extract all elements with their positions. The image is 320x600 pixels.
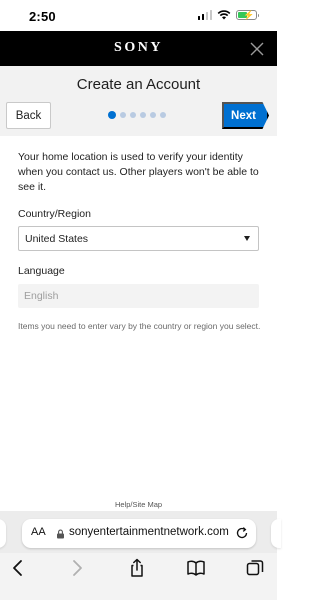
previous-tab-card[interactable]: [0, 519, 6, 548]
step-dot-5: [150, 112, 156, 118]
share-icon[interactable]: [127, 558, 147, 578]
cellular-signal-icon: [197, 10, 212, 20]
url-text: sonyentertainmentnetwork.com: [69, 526, 229, 538]
reload-icon[interactable]: [235, 526, 249, 540]
forward-arrow-icon[interactable]: [67, 558, 87, 578]
step-dot-1: [108, 111, 116, 119]
sony-logo: SONY: [114, 40, 163, 55]
step-dot-6: [160, 112, 166, 118]
lock-icon: [57, 529, 64, 539]
status-bar: 2:50 ⚡: [0, 0, 277, 31]
address-bar[interactable]: AA sonyentertainmentnetwork.com: [22, 519, 256, 548]
next-button[interactable]: Next: [222, 102, 269, 129]
browser-address-area: AA sonyentertainmentnetwork.com: [0, 511, 281, 553]
back-arrow-icon[interactable]: [8, 558, 28, 578]
country-select[interactable]: United States: [18, 226, 259, 251]
step-indicator: [108, 111, 166, 119]
close-icon[interactable]: [250, 42, 264, 56]
brand-bar: SONY: [0, 31, 277, 66]
status-icons: ⚡: [197, 10, 259, 20]
language-field: English: [18, 284, 259, 308]
bookmarks-icon[interactable]: [186, 558, 206, 578]
intro-text: Your home location is used to verify you…: [18, 151, 259, 193]
step-dot-2: [120, 112, 126, 118]
step-dot-4: [140, 112, 146, 118]
battery-icon: ⚡: [236, 10, 259, 20]
country-value: United States: [25, 232, 89, 245]
status-time: 2:50: [29, 9, 56, 24]
language-label: Language: [18, 265, 65, 277]
help-note: Items you need to enter vary by the coun…: [18, 321, 261, 331]
back-button[interactable]: Back: [6, 102, 51, 129]
wifi-icon: [217, 10, 231, 20]
page-header: Create an Account Back Next: [0, 66, 277, 136]
text-size-button[interactable]: AA: [31, 526, 46, 538]
tabs-icon[interactable]: [245, 558, 265, 578]
browser-toolbar: [0, 553, 277, 600]
language-value: English: [24, 290, 59, 302]
step-dot-3: [130, 112, 136, 118]
form-content: Your home location is used to verify you…: [18, 150, 262, 331]
dropdown-caret-icon: [244, 236, 250, 241]
help-site-map-link[interactable]: Help/Site Map: [0, 500, 277, 509]
country-label: Country/Region: [18, 208, 91, 220]
next-tab-card[interactable]: [271, 519, 281, 548]
page-title: Create an Account: [76, 76, 201, 93]
